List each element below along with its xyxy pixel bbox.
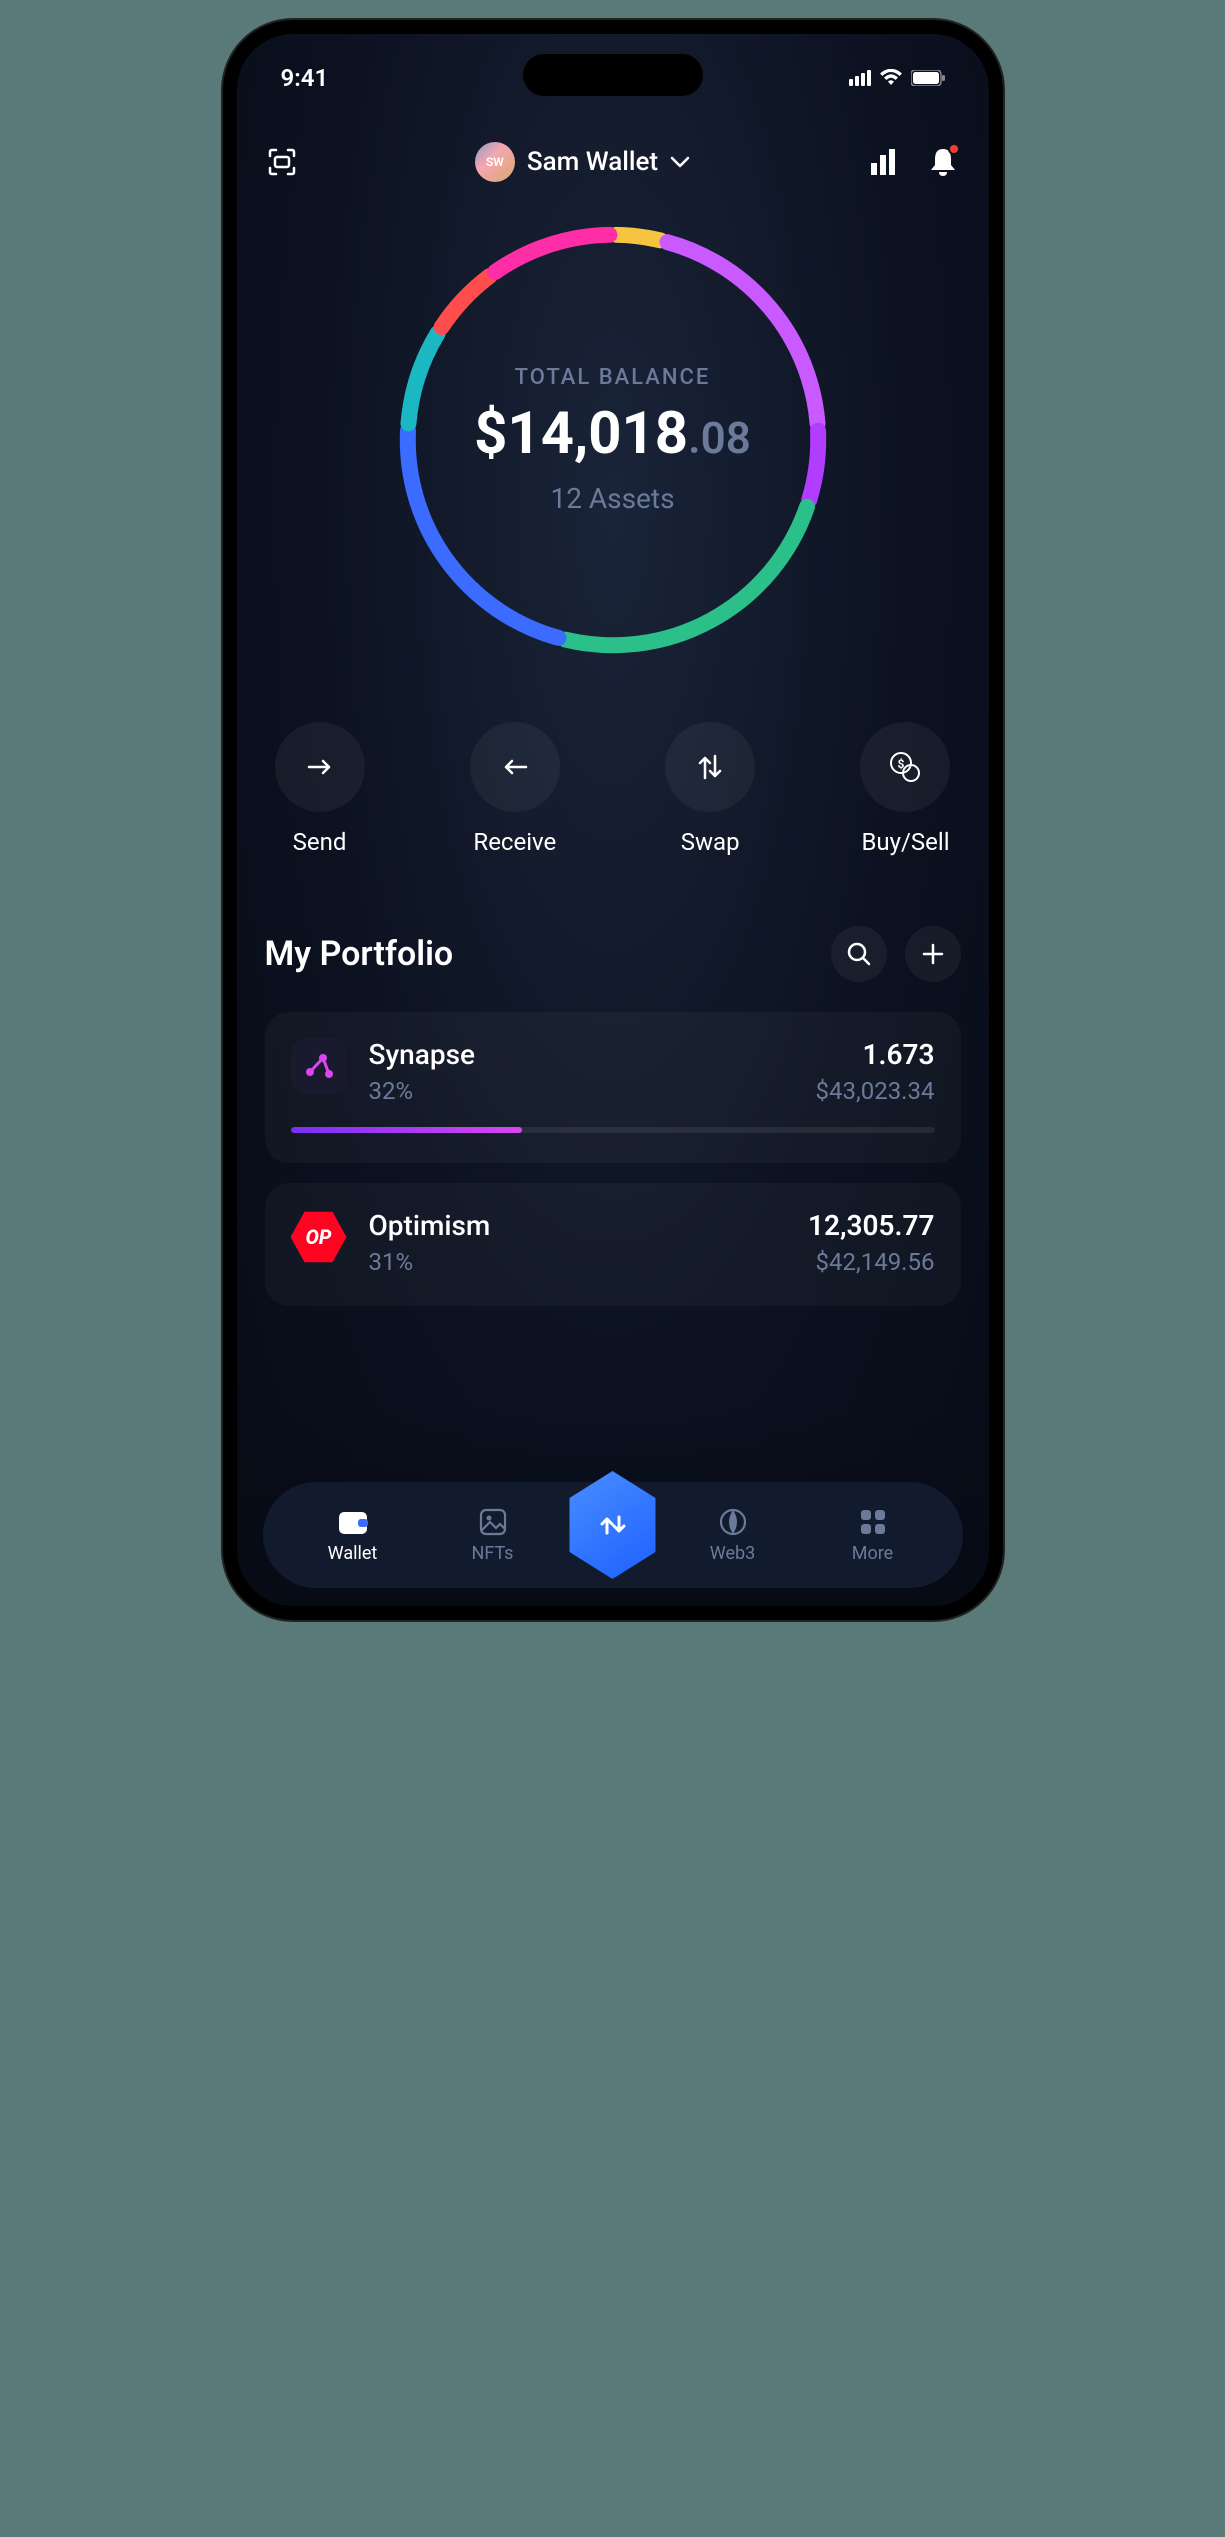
nav-web3-label: Web3 (710, 1543, 755, 1564)
status-icons (849, 69, 945, 87)
nav-web3[interactable]: Web3 (663, 1507, 803, 1564)
balance-currency: $ (474, 400, 507, 468)
donut-segment (565, 507, 807, 645)
portfolio-title: My Portfolio (265, 934, 454, 974)
donut-segment (809, 431, 818, 500)
wallet-name: Sam Wallet (527, 147, 658, 177)
phone-frame: 9:41 SW Sam Wallet (223, 20, 1003, 1620)
buysell-button[interactable]: $ (860, 722, 950, 812)
asset-name: Synapse (369, 1038, 816, 1071)
asset-usd: $43,023.34 (816, 1077, 935, 1105)
asset-percent: 31% (369, 1248, 808, 1276)
balance-whole: 14,018 (507, 400, 688, 468)
globe-icon (718, 1507, 748, 1537)
asset-progress (291, 1127, 935, 1133)
donut-segment (441, 276, 489, 327)
dynamic-island (523, 54, 703, 96)
action-send: Send (275, 722, 365, 856)
cellular-icon (849, 70, 871, 86)
donut-segment (616, 235, 660, 241)
wallet-selector[interactable]: SW Sam Wallet (475, 142, 690, 182)
chart-bars-icon[interactable] (866, 145, 900, 179)
balance-amount: $14,018.08 (474, 400, 751, 468)
search-button[interactable] (831, 926, 887, 982)
action-buysell: $ Buy/Sell (860, 722, 950, 856)
action-receive: Receive (470, 722, 560, 856)
asset-amount: 1.673 (816, 1038, 935, 1071)
avatar-initials: SW (486, 155, 504, 169)
nav-more-label: More (852, 1543, 893, 1564)
donut-segment (408, 333, 437, 423)
send-label: Send (293, 828, 347, 856)
add-button[interactable] (905, 926, 961, 982)
buysell-label: Buy/Sell (861, 828, 949, 856)
avatar: SW (475, 142, 515, 182)
wifi-icon (879, 69, 903, 87)
asset-card[interactable]: Synapse 32% 1.673 $43,023.34 (265, 1012, 961, 1163)
nav-nfts[interactable]: NFTs (423, 1507, 563, 1564)
chevron-down-icon (670, 153, 690, 172)
bottom-nav: Wallet NFTs Web3 More (263, 1482, 963, 1588)
receive-button[interactable] (470, 722, 560, 812)
asset-percent: 32% (369, 1077, 816, 1105)
swap-label: Swap (681, 828, 740, 856)
balance-label: TOTAL BALANCE (474, 365, 751, 390)
asset-usd: $42,149.56 (808, 1248, 935, 1276)
assets-count: 12 Assets (474, 482, 751, 515)
asset-name: Optimism (369, 1209, 808, 1242)
synapse-icon (291, 1038, 347, 1094)
balance-cents: .08 (688, 412, 751, 464)
nav-wallet-label: Wallet (328, 1543, 378, 1564)
actions-row: Send Receive Swap $ Buy/Sell (265, 722, 961, 856)
status-time: 9:41 (281, 64, 329, 92)
portfolio-header: My Portfolio (265, 926, 961, 982)
app-header: SW Sam Wallet (265, 142, 961, 182)
swap-button[interactable] (665, 722, 755, 812)
balance-center: TOTAL BALANCE $14,018.08 12 Assets (474, 365, 751, 515)
donut-segment (495, 235, 609, 272)
nav-more[interactable]: More (803, 1507, 943, 1564)
send-button[interactable] (275, 722, 365, 812)
asset-list: Synapse 32% 1.673 $43,023.34 OP Optimism… (265, 1012, 961, 1306)
notifications-icon[interactable] (926, 145, 960, 179)
notification-dot (948, 143, 960, 155)
grid-icon (858, 1507, 888, 1537)
balance-donut: TOTAL BALANCE $14,018.08 12 Assets (265, 212, 961, 668)
receive-label: Receive (473, 828, 556, 856)
optimism-icon: OP (291, 1209, 347, 1265)
nav-center-button[interactable] (563, 1471, 663, 1579)
scan-icon[interactable] (265, 145, 299, 179)
image-icon (478, 1507, 508, 1537)
asset-card[interactable]: OP Optimism 31% 12,305.77 $42,149.56 (265, 1183, 961, 1306)
nav-wallet[interactable]: Wallet (283, 1507, 423, 1564)
battery-icon (911, 70, 945, 86)
action-swap: Swap (665, 722, 755, 856)
wallet-icon (338, 1507, 368, 1537)
nav-nfts-label: NFTs (472, 1543, 514, 1564)
asset-amount: 12,305.77 (808, 1209, 935, 1242)
phone-screen: 9:41 SW Sam Wallet (237, 34, 989, 1606)
